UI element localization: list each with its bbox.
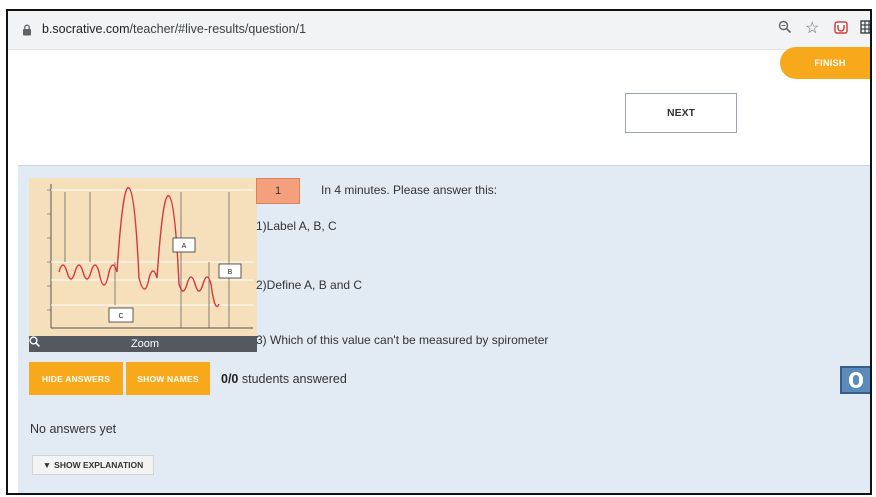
question-line-2: 2)Define A, B and C — [256, 278, 363, 292]
caret-down-icon: ▼ — [42, 460, 52, 470]
answered-count-text: 0/0 students answered — [221, 372, 347, 386]
magnifier-icon[interactable] — [778, 20, 792, 37]
answered-count: 0/0 — [221, 372, 239, 386]
question-line-3: 3) Which of this value can't be measured… — [256, 333, 549, 347]
diagram-label-c: C — [118, 313, 123, 320]
show-explanation-label: SHOW EXPLANATION — [54, 460, 144, 470]
question-intro: In 4 minutes. Please answer this: — [321, 183, 498, 197]
question-line-1: 1)Label A, B, C — [256, 219, 337, 233]
next-button[interactable]: NEXT — [625, 93, 737, 133]
grid-icon[interactable] — [860, 20, 870, 37]
address-bar[interactable]: b.socrative.com/teacher/#live-results/qu… — [8, 11, 870, 50]
zoom-bar[interactable]: Zoom — [29, 336, 257, 352]
lock-icon[interactable] — [22, 23, 32, 41]
url-host: b.socrative.com — [42, 22, 130, 36]
star-icon[interactable]: ☆ — [805, 18, 819, 38]
extension-icon[interactable] — [834, 20, 848, 37]
show-names-button[interactable]: SHOW NAMES — [126, 362, 210, 395]
question-image[interactable]: A B C Zoom — [29, 178, 257, 352]
finish-button[interactable]: FINISH — [780, 47, 870, 79]
diagram-label-b: B — [228, 269, 233, 276]
question-number-badge: 1 — [256, 178, 300, 204]
show-explanation-button[interactable]: ▼ SHOW EXPLANATION — [32, 455, 154, 475]
question-panel: A B C Zoom 1 In 4 minutes. Please answer… — [18, 165, 870, 493]
url-text[interactable]: b.socrative.com/teacher/#live-results/qu… — [42, 22, 306, 36]
no-answers-text: No answers yet — [30, 422, 117, 436]
browser-window: b.socrative.com/teacher/#live-results/qu… — [6, 9, 872, 495]
hide-answers-button[interactable]: HIDE ANSWERS — [29, 362, 123, 395]
lung-volume-diagram: A B C — [47, 184, 253, 329]
url-path: /teacher/#live-results/question/1 — [129, 22, 307, 36]
toggle-icon[interactable] — [840, 366, 870, 394]
answered-suffix: students answered — [238, 372, 347, 386]
zoom-label: Zoom — [130, 338, 160, 350]
diagram-label-a: A — [182, 243, 187, 250]
